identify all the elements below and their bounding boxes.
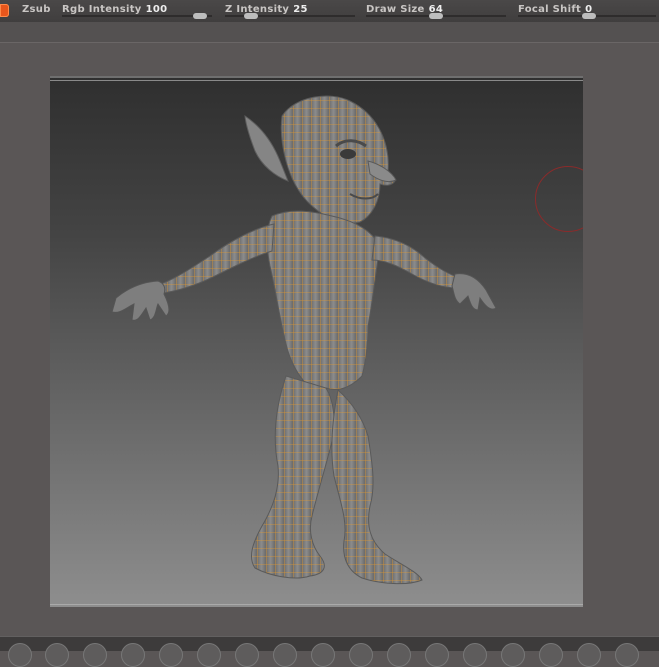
bottom-shelf bbox=[0, 636, 659, 667]
draw-size-label: Draw Size bbox=[366, 4, 425, 15]
z-intensity-knob[interactable] bbox=[244, 13, 258, 19]
shelf-brush-icon-17[interactable] bbox=[615, 643, 639, 667]
top-toolbar: Zsub Rgb Intensity 100 Z Intensity 25 Draw… bbox=[0, 0, 659, 22]
toolbar-spacer bbox=[0, 22, 659, 42]
z-intensity-slider-label[interactable]: Z Intensity 25 bbox=[225, 4, 308, 15]
goblin-model[interactable] bbox=[50, 76, 583, 607]
shelf-brush-icon-10[interactable] bbox=[349, 643, 373, 667]
rgb-intensity-slider-label[interactable]: Rgb Intensity 100 bbox=[62, 4, 167, 15]
shelf-brush-icon-13[interactable] bbox=[463, 643, 487, 667]
rgb-intensity-value: 100 bbox=[145, 4, 168, 15]
z-intensity-value: 25 bbox=[293, 4, 308, 15]
zadd-zsub-toggle[interactable] bbox=[0, 4, 9, 17]
focal-shift-slider-label[interactable]: Focal Shift 0 bbox=[518, 4, 592, 15]
rgb-intensity-track[interactable] bbox=[62, 15, 212, 17]
shelf-brush-icon-7[interactable] bbox=[235, 643, 259, 667]
zsub-button[interactable]: Zsub bbox=[22, 4, 51, 15]
shelf-brush-icon-4[interactable] bbox=[121, 643, 145, 667]
rgb-intensity-label: Rgb Intensity bbox=[62, 4, 142, 15]
model-silhouette bbox=[111, 95, 497, 585]
draw-size-knob[interactable] bbox=[429, 13, 443, 19]
shelf-brush-icon-15[interactable] bbox=[539, 643, 563, 667]
document-canvas[interactable] bbox=[50, 76, 583, 607]
shelf-brush-icon-11[interactable] bbox=[387, 643, 411, 667]
shelf-brush-icon-5[interactable] bbox=[159, 643, 183, 667]
shelf-brush-icon-8[interactable] bbox=[273, 643, 297, 667]
shelf-brush-icon-12[interactable] bbox=[425, 643, 449, 667]
rgb-intensity-knob[interactable] bbox=[193, 13, 207, 19]
toolbar-divider bbox=[0, 42, 659, 43]
focal-shift-label: Focal Shift bbox=[518, 4, 582, 15]
shelf-brush-icon-6[interactable] bbox=[197, 643, 221, 667]
shelf-brush-icon-2[interactable] bbox=[45, 643, 69, 667]
shelf-brush-icon-16[interactable] bbox=[577, 643, 601, 667]
shelf-brush-icon-9[interactable] bbox=[311, 643, 335, 667]
focal-shift-knob[interactable] bbox=[582, 13, 596, 19]
shelf-brush-icon-1[interactable] bbox=[8, 643, 32, 667]
shelf-brush-icon-14[interactable] bbox=[501, 643, 525, 667]
shelf-brush-icon-3[interactable] bbox=[83, 643, 107, 667]
